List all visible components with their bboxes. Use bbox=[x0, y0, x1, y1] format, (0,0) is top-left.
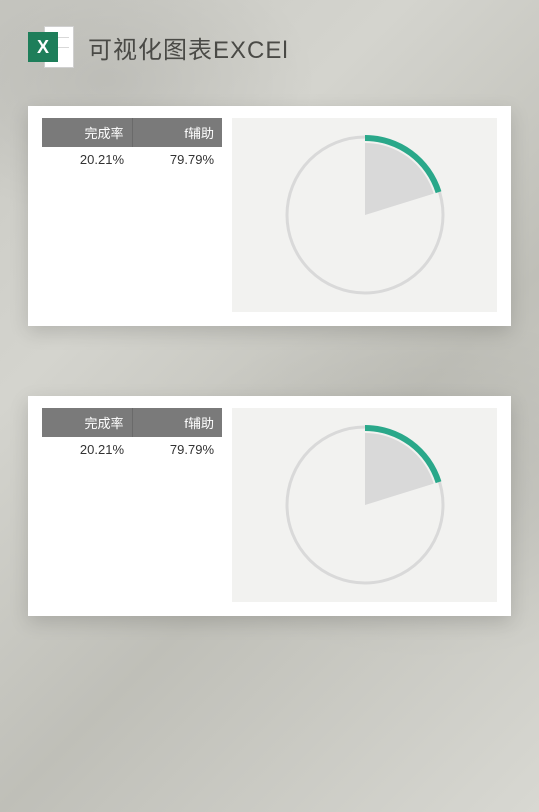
data-table-2: 完成率 f辅助 20.21% 79.79% bbox=[42, 408, 222, 602]
excel-icon-letter: X bbox=[28, 32, 58, 62]
cell-aux: 79.79% bbox=[132, 147, 222, 172]
excel-icon: X bbox=[28, 24, 74, 70]
header: X 可视化图表EXCEl bbox=[0, 0, 539, 88]
col-header-completion: 完成率 bbox=[42, 408, 132, 437]
col-header-completion: 完成率 bbox=[42, 118, 132, 147]
data-table-1: 完成率 f辅助 20.21% 79.79% bbox=[42, 118, 222, 312]
table-row: 20.21% 79.79% bbox=[42, 147, 222, 172]
pie-chart-2 bbox=[232, 408, 497, 602]
cell-completion: 20.21% bbox=[42, 437, 132, 462]
chart-card-2: 完成率 f辅助 20.21% 79.79% bbox=[28, 396, 511, 616]
cell-aux: 79.79% bbox=[132, 437, 222, 462]
pie-chart-1 bbox=[232, 118, 497, 312]
cell-completion: 20.21% bbox=[42, 147, 132, 172]
table-row: 20.21% 79.79% bbox=[42, 437, 222, 462]
page-title: 可视化图表EXCEl bbox=[88, 30, 289, 65]
chart-card-1: 完成率 f辅助 20.21% 79.79% bbox=[28, 106, 511, 326]
col-header-aux: f辅助 bbox=[132, 408, 222, 437]
col-header-aux: f辅助 bbox=[132, 118, 222, 147]
